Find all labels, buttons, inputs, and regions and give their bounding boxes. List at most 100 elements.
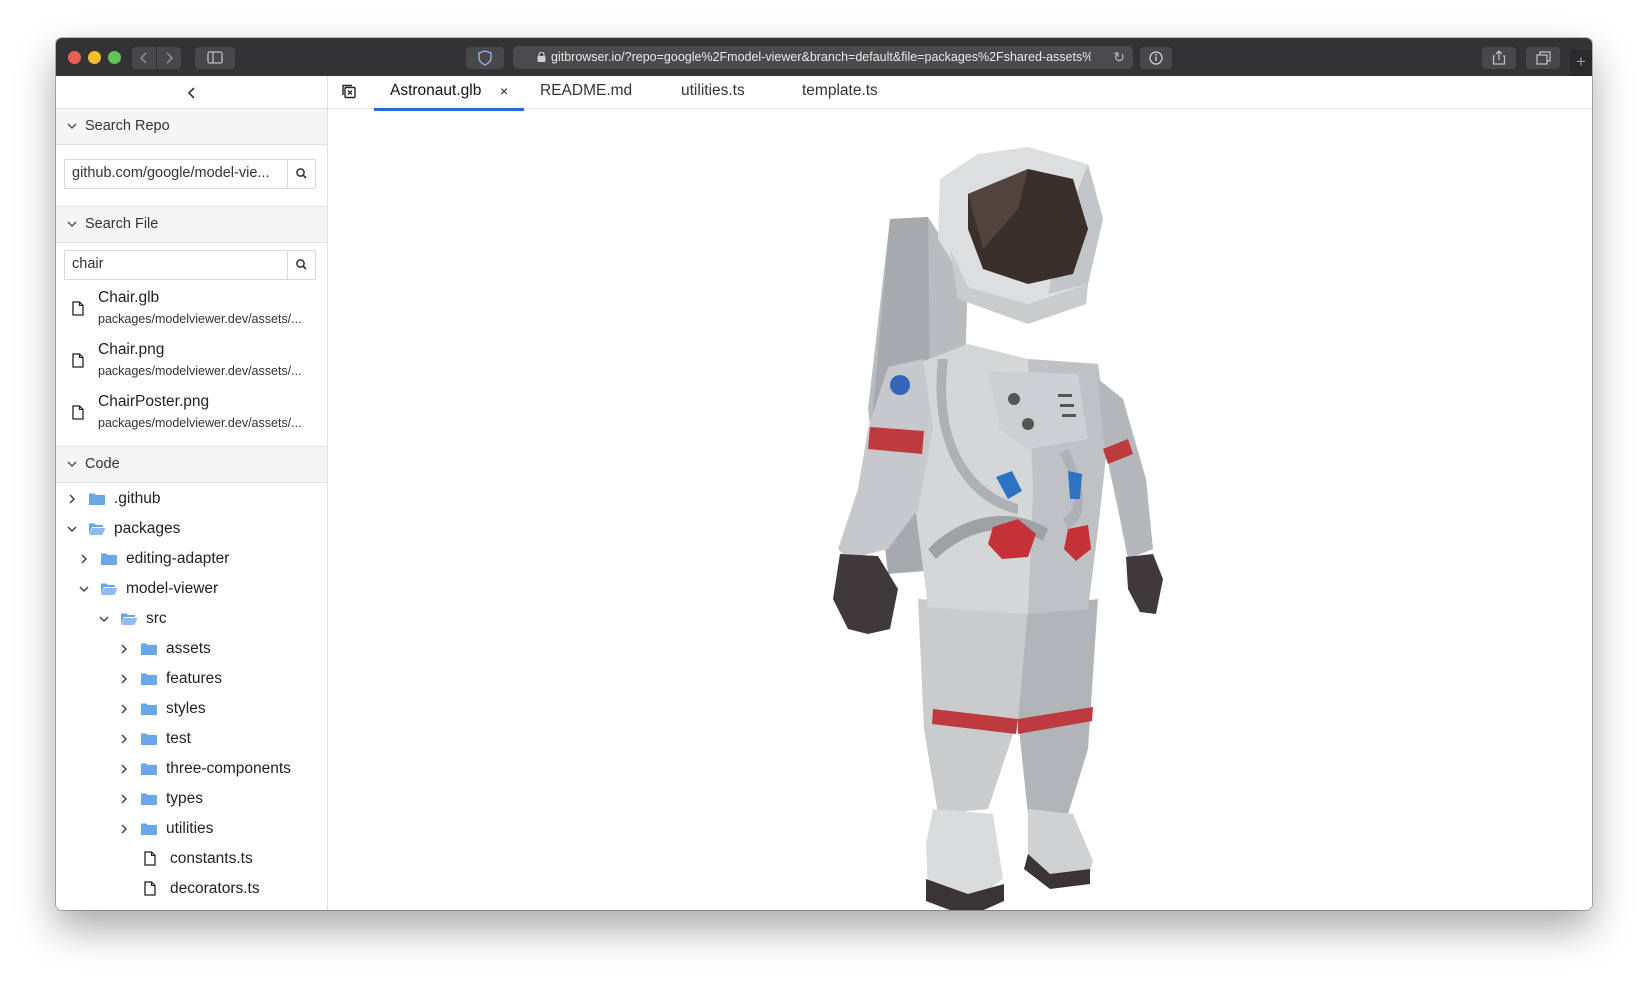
tree-item-github[interactable]: .github	[56, 484, 327, 514]
share-icon	[1492, 50, 1506, 65]
sidebar: Search Repo Search File Chair.glb packag…	[56, 76, 328, 910]
folder-open-icon	[121, 613, 138, 625]
chevron-down-icon	[66, 109, 78, 158]
search-repo-header[interactable]: Search Repo	[56, 108, 327, 145]
file-result-name: Chair.glb	[98, 289, 160, 306]
file-result-item[interactable]: Chair.glb packages/modelviewer.dev/asset…	[56, 284, 327, 336]
chevron-left-icon	[139, 52, 147, 64]
close-tab-icon[interactable]: ×	[500, 76, 508, 106]
tab-bar: Astronaut.glb × README.md utilities.ts t…	[328, 76, 1592, 111]
browser-window: gitbrowser.io/?repo=google%2Fmodel-viewe…	[56, 38, 1592, 910]
reload-icon[interactable]: ↻	[1113, 46, 1125, 69]
chevron-left-icon	[187, 87, 195, 99]
search-repo-title: Search Repo	[85, 118, 170, 134]
tree-item-three-components[interactable]: three-components	[56, 754, 327, 784]
tree-item-label: src	[146, 610, 167, 627]
folder-icon	[141, 673, 157, 685]
tree-item-types[interactable]: types	[56, 784, 327, 814]
privacy-shield-button[interactable]	[466, 47, 504, 69]
tree-item-styles[interactable]: styles	[56, 694, 327, 724]
repo-search-button[interactable]	[287, 160, 315, 188]
file-result-path: packages/modelviewer.dev/assets/...	[98, 312, 302, 326]
code-title: Code	[85, 456, 120, 472]
tree-item-label: decorators.ts	[170, 880, 260, 897]
tree-item-utilities[interactable]: utilities	[56, 814, 327, 844]
file-icon	[144, 881, 156, 896]
model-viewer-canvas[interactable]	[328, 109, 1592, 910]
tree-item-decorators[interactable]: decorators.ts	[56, 874, 327, 904]
tree-item-constants[interactable]: constants.ts	[56, 844, 327, 874]
file-icon	[72, 301, 84, 316]
main-panel: Astronaut.glb × README.md utilities.ts t…	[328, 76, 1592, 910]
tab-template-ts[interactable]: template.ts	[788, 76, 898, 108]
chevron-down-icon	[66, 207, 78, 256]
close-all-icon	[342, 84, 356, 99]
tree-item-label: constants.ts	[170, 850, 253, 867]
tree-item-src[interactable]: src	[56, 604, 327, 634]
sidebar-toggle-button[interactable]	[195, 47, 235, 69]
repo-search-input[interactable]	[65, 160, 282, 186]
search-file-title: Search File	[85, 216, 159, 232]
tabs-icon	[1536, 51, 1551, 65]
file-icon	[144, 851, 156, 866]
tree-item-label: assets	[166, 640, 211, 657]
tree-item-label: types	[166, 790, 204, 807]
back-button[interactable]	[132, 47, 156, 69]
repo-search-box	[64, 159, 316, 189]
search-icon	[296, 259, 307, 270]
file-result-name: ChairPoster.png	[98, 393, 210, 410]
code-header[interactable]: Code	[56, 446, 327, 483]
tab-astronaut-glb[interactable]: Astronaut.glb ×	[374, 76, 524, 111]
tab-utilities-ts[interactable]: utilities.ts	[668, 76, 778, 108]
tree-item-model-viewer[interactable]: model-viewer	[56, 574, 327, 604]
tree-item-features[interactable]: features	[56, 664, 327, 694]
search-file-header[interactable]: Search File	[56, 206, 327, 243]
folder-open-icon	[101, 583, 118, 595]
tree-item-label: features	[166, 670, 223, 687]
sidebar-icon	[207, 51, 223, 64]
tree-item-editing-adapter[interactable]: editing-adapter	[56, 544, 327, 574]
url-text: gitbrowser.io/?repo=google%2Fmodel-viewe…	[551, 50, 1091, 64]
address-bar[interactable]: gitbrowser.io/?repo=google%2Fmodel-viewe…	[513, 46, 1133, 69]
new-tab-button[interactable]: +	[1570, 50, 1592, 76]
share-button[interactable]	[1482, 47, 1516, 69]
file-result-path: packages/modelviewer.dev/assets/...	[98, 416, 302, 430]
zoom-window-button[interactable]	[108, 51, 121, 64]
tab-label: Astronaut.glb	[390, 82, 482, 99]
file-result-item[interactable]: Chair.png packages/modelviewer.dev/asset…	[56, 336, 327, 388]
file-result-item[interactable]: ChairPoster.png packages/modelviewer.dev…	[56, 388, 327, 440]
folder-icon	[89, 493, 105, 505]
reader-info-button[interactable]	[1140, 47, 1172, 69]
tab-readme-md[interactable]: README.md	[528, 76, 648, 108]
collapse-sidebar-button[interactable]	[56, 76, 327, 109]
close-window-button[interactable]	[68, 51, 81, 64]
chevron-right-icon	[166, 52, 174, 64]
tree-item-packages[interactable]: packages	[56, 514, 327, 544]
lock-icon	[537, 52, 546, 62]
tree-item-label: packages	[114, 520, 181, 537]
file-icon	[72, 405, 84, 420]
tree-item-test[interactable]: test	[56, 724, 327, 754]
tree-item-assets[interactable]: assets	[56, 634, 327, 664]
folder-icon	[141, 793, 157, 805]
tree-item-label: .github	[114, 490, 161, 507]
forward-button[interactable]	[157, 47, 181, 69]
close-all-tabs-button[interactable]	[340, 83, 358, 106]
tab-label: README.md	[540, 82, 633, 99]
folder-icon	[101, 553, 117, 565]
tree-item-label: test	[166, 730, 191, 747]
folder-icon	[141, 703, 157, 715]
search-icon	[296, 168, 307, 179]
astronaut-model	[833, 147, 1163, 910]
minimize-window-button[interactable]	[88, 51, 101, 64]
folder-open-icon	[89, 523, 106, 535]
file-search-button[interactable]	[287, 251, 315, 279]
file-search-input[interactable]	[65, 251, 282, 277]
tab-label: template.ts	[802, 82, 878, 99]
info-icon	[1149, 51, 1163, 65]
shield-icon	[478, 50, 492, 66]
tree-item-label: editing-adapter	[126, 550, 230, 567]
folder-icon	[141, 763, 157, 775]
tree-item-label: utilities	[166, 820, 214, 837]
tab-overview-button[interactable]	[1526, 47, 1560, 69]
